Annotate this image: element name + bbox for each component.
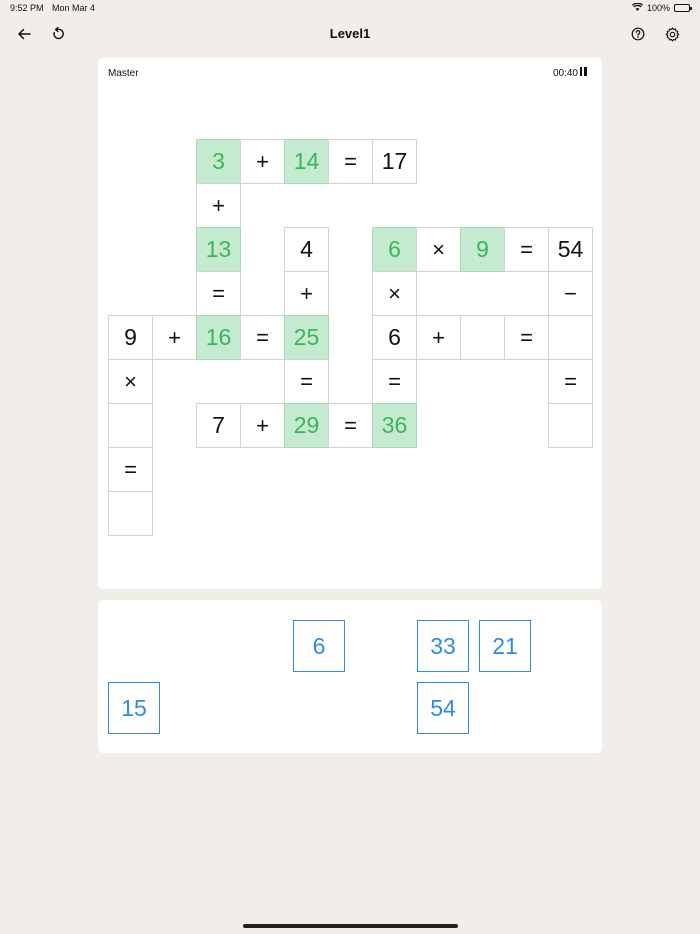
operator-cell: = [328,403,373,448]
operator-cell: × [416,227,461,272]
empty-answer-cell[interactable] [108,403,153,448]
number-tile[interactable]: 6 [293,620,345,672]
operator-cell: × [372,271,417,316]
operator-cell: = [196,271,241,316]
operator-cell: + [416,315,461,360]
battery-icon [674,4,692,12]
given-number-cell: 17 [372,139,417,184]
filled-answer-cell[interactable]: 16 [196,315,241,360]
number-tile[interactable]: 21 [479,620,531,672]
number-tile[interactable]: 33 [417,620,469,672]
empty-answer-cell[interactable] [460,315,505,360]
given-number-cell: 7 [196,403,241,448]
operator-cell: = [108,447,153,492]
operator-cell: + [240,403,285,448]
empty-answer-cell[interactable] [108,491,153,536]
number-tray: 6 33 21 15 54 [98,600,602,753]
filled-answer-cell[interactable]: 29 [284,403,329,448]
equation-grid: 3 +14 = 17 +13 4 6 × 9 = 54 = + × −9 +16 = 25 6 + = × = = = 7 +29 =… [98,58,602,589]
operator-cell: = [284,359,329,404]
empty-answer-cell[interactable] [548,403,593,448]
operator-cell: × [108,359,153,404]
back-arrow-icon[interactable] [14,24,34,44]
given-number-cell: 6 [372,315,417,360]
operator-cell: + [152,315,197,360]
operator-cell: = [504,227,549,272]
given-number-cell: 4 [284,227,329,272]
filled-answer-cell[interactable]: 25 [284,315,329,360]
status-time: 9:52 PM [10,3,44,13]
home-indicator [243,924,458,928]
help-icon[interactable] [628,24,648,44]
restart-icon[interactable] [48,24,68,44]
battery-percent: 100% [646,3,670,13]
number-tile[interactable]: 15 [108,682,160,734]
operator-cell: − [548,271,593,316]
filled-answer-cell[interactable]: 3 [196,139,241,184]
filled-answer-cell[interactable]: 14 [284,139,329,184]
puzzle-board: Master 00:40 3 +14 = 17 +13 4 6 × 9 = 54 = + × −9 +16 = 2… [98,58,602,589]
navigation-bar: Level1 [0,18,700,50]
filled-answer-cell[interactable]: 9 [460,227,505,272]
operator-cell: + [284,271,329,316]
given-number-cell: 54 [548,227,593,272]
wifi-icon [631,2,644,13]
operator-cell: = [328,139,373,184]
operator-cell: = [240,315,285,360]
status-bar: 9:52 PM Mon Mar 4 100% [0,0,700,16]
level-title: Level1 [329,26,371,41]
operator-cell: = [548,359,593,404]
status-date: Mon Mar 4 [52,3,96,13]
number-tile[interactable]: 54 [417,682,469,734]
filled-answer-cell[interactable]: 6 [372,227,417,272]
settings-icon[interactable] [662,24,682,44]
filled-answer-cell[interactable]: 13 [196,227,241,272]
operator-cell: + [240,139,285,184]
operator-cell: = [372,359,417,404]
given-number-cell: 9 [108,315,153,360]
empty-answer-cell[interactable] [548,315,593,360]
filled-answer-cell[interactable]: 36 [372,403,417,448]
operator-cell: = [504,315,549,360]
status-indicators: 100% [631,2,692,13]
operator-cell: + [196,183,241,228]
